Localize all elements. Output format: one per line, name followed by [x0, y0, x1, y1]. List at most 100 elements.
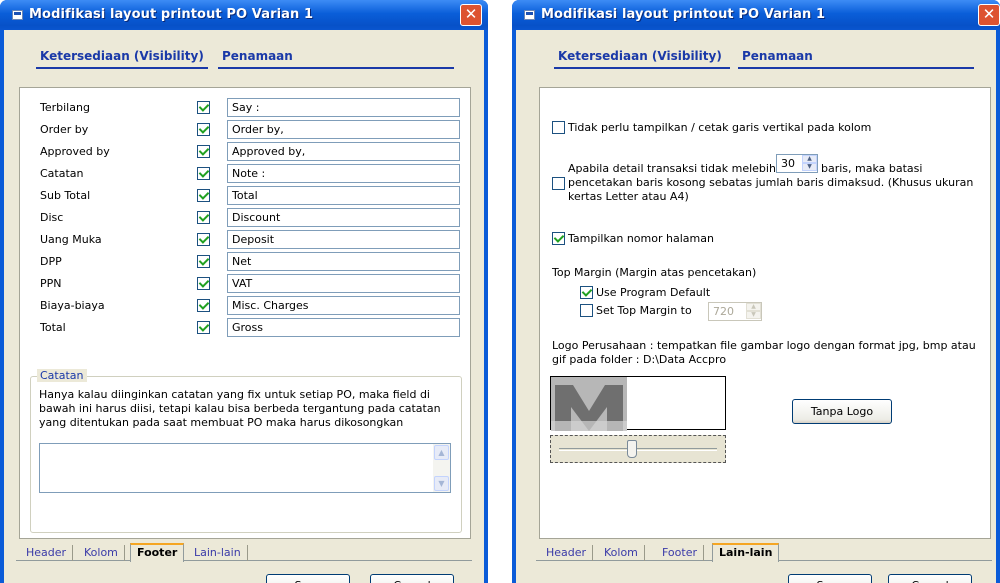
header-underline: [738, 67, 974, 69]
header-underline: [218, 67, 454, 69]
limit-rows-line2: pencetakan baris kosong sebatas jumlah b…: [568, 176, 974, 189]
tab-footer[interactable]: Footer: [130, 543, 185, 562]
header-naming: Penamaan: [742, 49, 813, 63]
tab-lain-lain[interactable]: Lain-lain: [188, 545, 248, 561]
footer-row-label: Terbilang: [40, 101, 90, 114]
footer-row-text-field[interactable]: Gross: [227, 318, 460, 337]
footer-row-checkbox[interactable]: [197, 189, 210, 202]
footer-row-checkbox[interactable]: [197, 101, 210, 114]
no-vertical-lines-label: Tidak perlu tampilkan / cetak garis vert…: [568, 121, 872, 134]
cancel-button[interactable]: Cancel: [888, 574, 972, 583]
save-button[interactable]: Save: [266, 574, 350, 583]
footer-row-checkbox[interactable]: [197, 233, 210, 246]
header-visibility: Ketersediaan (Visibility): [558, 49, 722, 63]
title-bar[interactable]: Modifikasi layout printout PO Varian 1 ✕: [0, 0, 488, 30]
stepper-up-icon[interactable]: ▲: [746, 303, 761, 311]
footer-row-text-field[interactable]: Net: [227, 252, 460, 271]
footer-row-label: Disc: [40, 211, 64, 224]
footer-row-label: Catatan: [40, 167, 84, 180]
footer-row-label: Sub Total: [40, 189, 91, 202]
close-button[interactable]: ✕: [978, 4, 1000, 26]
catatan-scrollbar[interactable]: ▲ ▼: [433, 444, 450, 492]
set-margin-value: 720: [713, 305, 734, 318]
top-margin-title: Top Margin (Margin atas pencetakan): [552, 266, 757, 279]
footer-row-label: Total: [40, 321, 66, 334]
footer-panel: Terbilang Say : Order by Order by, Approved …: [19, 87, 471, 539]
limit-rows-line3: kertas Letter atau A4): [568, 190, 689, 203]
scroll-down-icon[interactable]: ▼: [434, 476, 449, 491]
footer-row-checkbox[interactable]: [197, 255, 210, 268]
close-button[interactable]: ✕: [460, 4, 482, 26]
limit-rows-prefix: Apabila detail transaksi tidak melebihi: [568, 162, 779, 175]
dialog-window-footer: Modifikasi layout printout PO Varian 1 ✕…: [0, 0, 488, 583]
window-icon: [12, 10, 23, 20]
footer-row-checkbox[interactable]: [197, 211, 210, 224]
footer-row-checkbox[interactable]: [197, 277, 210, 290]
catatan-group: Catatan Hanya kalau diinginkan catatan y…: [30, 369, 462, 533]
dialog-window-lain-lain: Modifikasi layout printout PO Varian 1 ✕…: [512, 0, 1000, 583]
set-margin-stepper[interactable]: 720 ▲ ▼: [708, 302, 762, 321]
stepper-arrows[interactable]: ▲ ▼: [802, 155, 817, 172]
footer-row-text-field[interactable]: Approved by,: [227, 142, 460, 161]
no-vertical-lines-checkbox[interactable]: [552, 121, 565, 134]
tab-header[interactable]: Header: [540, 545, 594, 561]
scroll-up-icon[interactable]: ▲: [434, 445, 449, 460]
window-title: Modifikasi layout printout PO Varian 1: [541, 7, 826, 22]
stepper-arrows[interactable]: ▲ ▼: [746, 303, 761, 320]
show-page-number-label: Tampilkan nomor halaman: [568, 232, 714, 245]
logo-preview[interactable]: [550, 376, 726, 431]
footer-row-checkbox[interactable]: [197, 145, 210, 158]
window-icon: [524, 10, 535, 20]
lain-lain-panel: Tidak perlu tampilkan / cetak garis vert…: [539, 87, 991, 539]
logo-size-slider[interactable]: [550, 435, 726, 463]
footer-row-text-field[interactable]: Total: [227, 186, 460, 205]
dialog-body: Ketersediaan (Visibility) Penamaan Terbi…: [4, 30, 484, 583]
use-default-checkbox[interactable]: [580, 286, 593, 299]
footer-row-label: DPP: [40, 255, 62, 268]
set-margin-checkbox[interactable]: [580, 304, 593, 317]
tab-header[interactable]: Header: [20, 545, 74, 561]
stepper-down-icon[interactable]: ▼: [802, 163, 817, 171]
footer-row-checkbox[interactable]: [197, 123, 210, 136]
limit-rows-stepper[interactable]: 30 ▲ ▼: [776, 154, 818, 173]
logo-help-line1: Logo Perusahaan : tempatkan file gambar …: [552, 339, 976, 352]
tab-lain-lain[interactable]: Lain-lain: [712, 543, 780, 562]
footer-row-text-field[interactable]: VAT: [227, 274, 460, 293]
catatan-title: Catatan: [37, 369, 87, 382]
cancel-button[interactable]: Cancel: [370, 574, 454, 583]
footer-row-text-field[interactable]: Deposit: [227, 230, 460, 249]
window-title: Modifikasi layout printout PO Varian 1: [29, 7, 314, 22]
footer-row-text-field[interactable]: Discount: [227, 208, 460, 227]
header-underline: [554, 67, 730, 69]
limit-rows-checkbox[interactable]: [552, 177, 565, 190]
header-underline: [36, 67, 208, 69]
set-margin-label: Set Top Margin to: [596, 304, 692, 317]
footer-row-label: Uang Muka: [40, 233, 102, 246]
no-logo-button[interactable]: Tanpa Logo: [792, 399, 892, 424]
stepper-up-icon[interactable]: ▲: [802, 155, 817, 163]
footer-row-label: Order by: [40, 123, 89, 136]
use-default-label: Use Program Default: [596, 286, 711, 299]
tab-footer[interactable]: Footer: [656, 545, 704, 561]
header-naming: Penamaan: [222, 49, 293, 63]
show-page-number-checkbox[interactable]: [552, 232, 565, 245]
footer-row-checkbox[interactable]: [197, 321, 210, 334]
stepper-down-icon[interactable]: ▼: [746, 311, 761, 319]
footer-row-text-field[interactable]: Order by,: [227, 120, 460, 139]
footer-row-label: Biaya-biaya: [40, 299, 105, 312]
tab-kolom[interactable]: Kolom: [78, 545, 125, 561]
footer-row-text-field[interactable]: Note :: [227, 164, 460, 183]
slider-track: [559, 448, 717, 451]
slider-thumb[interactable]: [627, 440, 637, 458]
logo-m-icon: [551, 377, 627, 431]
footer-row-text-field[interactable]: Say :: [227, 98, 460, 117]
logo-help-line2: gif pada folder : D:\Data Accpro: [552, 353, 727, 366]
footer-row-checkbox[interactable]: [197, 167, 210, 180]
catatan-textarea[interactable]: ▲ ▼: [39, 443, 451, 493]
title-bar[interactable]: Modifikasi layout printout PO Varian 1 ✕: [512, 0, 1000, 30]
limit-rows-suffix: baris, maka batasi: [821, 162, 923, 175]
footer-row-text-field[interactable]: Misc. Charges: [227, 296, 460, 315]
tab-kolom[interactable]: Kolom: [598, 545, 645, 561]
save-button[interactable]: Save: [788, 574, 872, 583]
footer-row-checkbox[interactable]: [197, 299, 210, 312]
